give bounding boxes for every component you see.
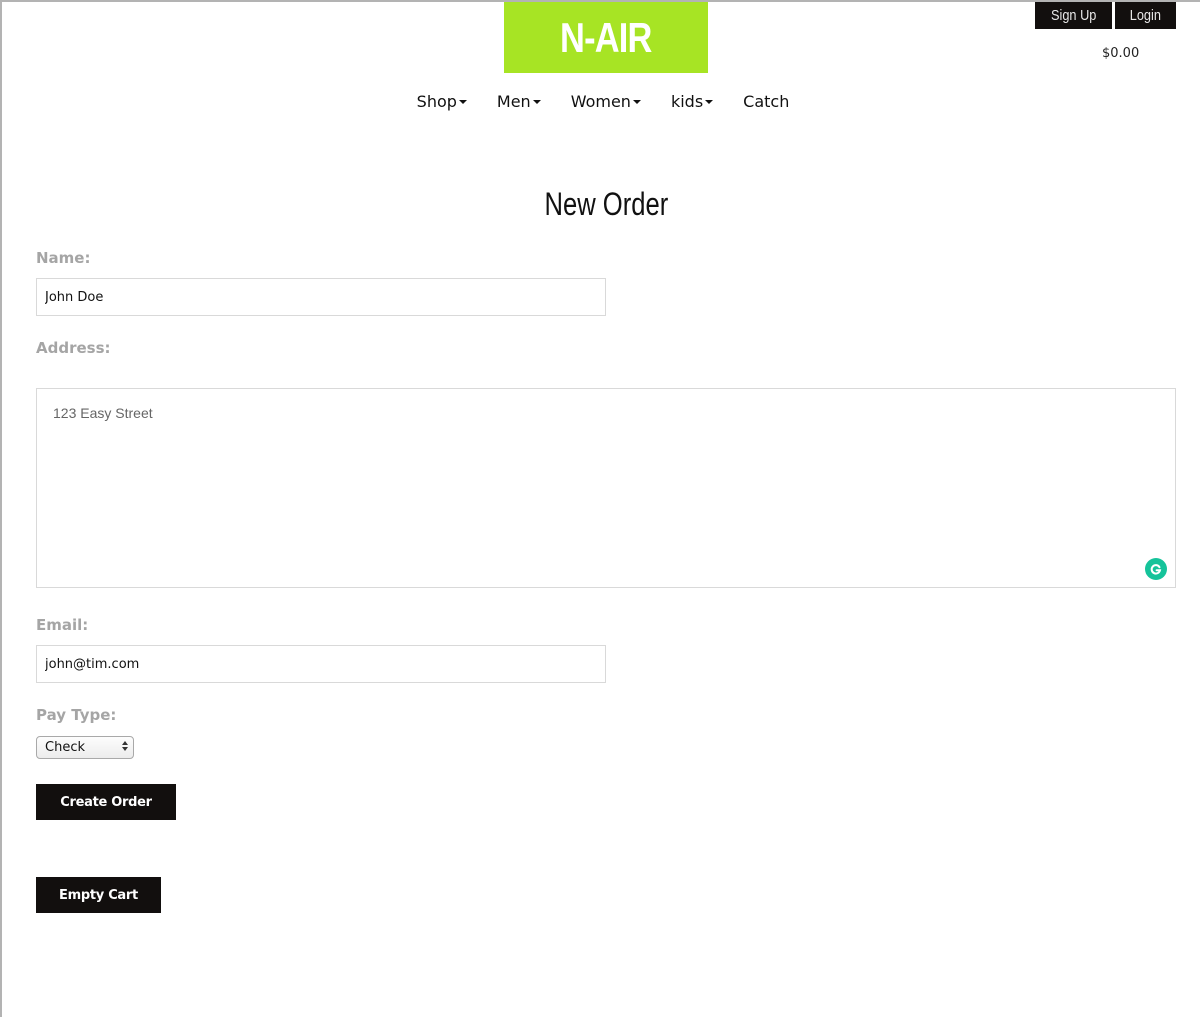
nav-item-label: Catch <box>743 91 790 111</box>
main-nav: Shop Men Women kids Catch <box>0 90 1200 112</box>
pay-type-selected-value: Check <box>45 740 85 755</box>
email-label: Email: <box>36 616 89 634</box>
empty-cart-button[interactable]: Empty Cart <box>36 877 161 913</box>
nav-item-men[interactable]: Men <box>497 90 541 112</box>
caret-down-icon <box>632 100 641 104</box>
name-field[interactable] <box>36 278 606 316</box>
nav-item-label: Men <box>496 91 531 111</box>
email-field[interactable] <box>36 645 606 683</box>
nav-item-label: kids <box>670 91 704 111</box>
caret-down-icon <box>532 100 541 104</box>
nav-item-label: Women <box>570 91 631 111</box>
brand-logo[interactable]: N-AIR <box>504 2 708 73</box>
auth-buttons: Sign Up Login <box>1034 2 1176 29</box>
caret-down-icon <box>458 100 467 104</box>
cart-total[interactable]: $0.00 <box>1102 46 1139 61</box>
name-label: Name: <box>36 249 91 267</box>
nav-item-kids[interactable]: kids <box>670 90 714 112</box>
pay-type-select[interactable]: Check <box>36 736 134 759</box>
nav-item-women[interactable]: Women <box>571 90 641 112</box>
sign-up-button[interactable]: Sign Up <box>1034 2 1113 29</box>
nav-item-shop[interactable]: Shop <box>417 90 467 112</box>
create-order-button[interactable]: Create Order <box>36 784 176 820</box>
address-field[interactable]: 123 Easy Street <box>36 388 1176 588</box>
address-label: Address: <box>36 339 111 357</box>
grammarly-icon[interactable] <box>1145 558 1167 580</box>
login-button[interactable]: Login <box>1115 2 1176 29</box>
pay-type-label: Pay Type: <box>36 706 117 724</box>
nav-item-label: Shop <box>416 91 457 111</box>
page-title: New Order <box>544 186 668 222</box>
nav-item-catch[interactable]: Catch <box>743 90 789 112</box>
caret-down-icon <box>705 100 714 104</box>
select-arrows-icon <box>122 741 128 751</box>
